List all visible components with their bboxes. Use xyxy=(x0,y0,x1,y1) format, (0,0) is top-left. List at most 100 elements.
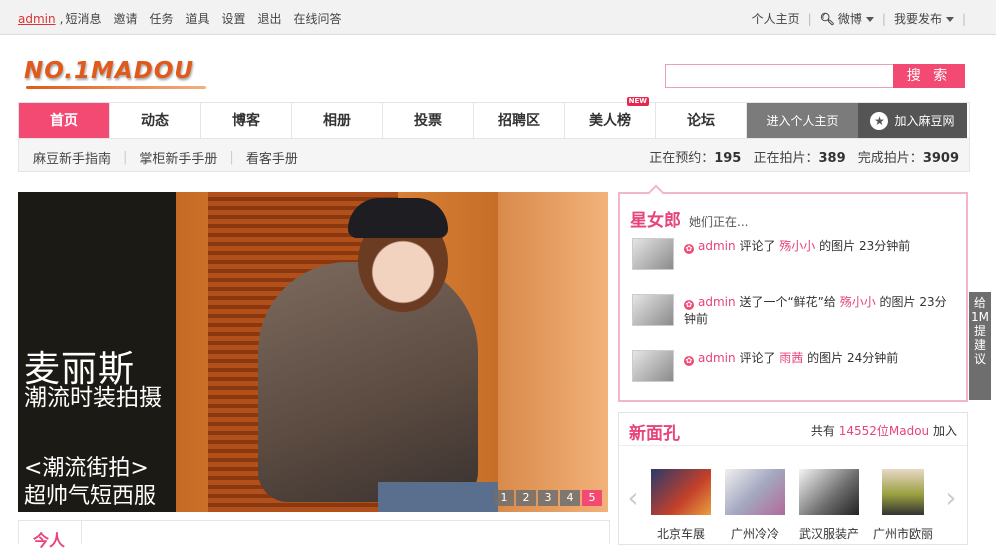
bottom-section: 今人 xyxy=(18,520,610,550)
feed-user-link[interactable]: admin xyxy=(698,239,736,253)
tab-blog[interactable]: 博客 xyxy=(201,103,292,139)
join-button[interactable]: ★ 加入麻豆网 xyxy=(858,103,967,139)
banner-subtitle: 潮流时装拍摄 xyxy=(24,385,162,411)
tab-album[interactable]: 相册 xyxy=(292,103,383,139)
guide-link-viewer[interactable]: 看客手册 xyxy=(246,148,298,167)
face-thumbnail xyxy=(725,469,785,515)
face-label: 广州市欧丽 xyxy=(872,527,933,541)
divider: | xyxy=(807,11,812,26)
search-button[interactable]: 搜 索 xyxy=(893,64,965,88)
chevron-left-icon[interactable]: ‹ xyxy=(625,483,641,513)
tab-vote[interactable]: 投票 xyxy=(383,103,474,139)
logo-swoosh xyxy=(26,86,206,89)
face-label: 武汉服装产 xyxy=(798,527,859,541)
face-thumbnail xyxy=(882,469,924,515)
pager-item-active[interactable]: 5 xyxy=(582,490,602,506)
face-thumbnail xyxy=(799,469,859,515)
flower-icon: ✿ xyxy=(684,300,694,310)
new-faces-panel: 新面孔 共有 14552位Madou 加入 ‹ 北京车展 广州冷冷 武汉服装产 … xyxy=(618,412,968,545)
count-suffix: 加入 xyxy=(932,424,957,438)
banner-pillar xyxy=(498,192,608,512)
feed-user-link[interactable]: admin xyxy=(698,295,736,309)
top-bar-left: admin , 短消息 邀请 任务 道具 设置 退出 在线问答 xyxy=(18,10,354,27)
divider: | xyxy=(881,11,886,26)
tab-feed[interactable]: 动态 xyxy=(110,103,201,139)
tasks-link[interactable]: 任务 xyxy=(149,10,173,27)
shoot-stats: 正在预约：195 正在拍片：389 完成拍片：3909 xyxy=(649,147,959,166)
banner-pager: 1 2 3 4 5 xyxy=(494,490,602,506)
invite-link[interactable]: 邀请 xyxy=(113,10,137,27)
online-qa-link[interactable]: 在线问答 xyxy=(294,10,342,27)
face-item[interactable]: 广州冷冷 xyxy=(723,469,787,542)
chevron-down-icon xyxy=(945,17,954,22)
feed-item: ✿ admin 评论了 雨茜 的图片 24分钟前 xyxy=(632,350,958,390)
model-hat xyxy=(348,198,448,238)
messages-link[interactable]: 短消息 xyxy=(65,10,101,27)
divider: | xyxy=(229,150,234,165)
hero-banner[interactable]: 麦丽斯 潮流时装拍摄 <潮流街拍> 超帅气短西服 1 2 3 4 5 xyxy=(18,192,608,512)
join-label: 加入麻豆网 xyxy=(894,114,955,128)
enter-personal-home-button[interactable]: 进入个人主页 xyxy=(747,103,858,139)
main-nav: 首页 动态 博客 相册 投票 招聘区 美人榜 NEW 论坛 进入个人主页 ★ 加… xyxy=(18,97,970,139)
username-link[interactable]: admin xyxy=(18,12,56,26)
feed-rest: 的图片 24分钟前 xyxy=(807,351,899,365)
booking-value: 195 xyxy=(714,151,742,166)
pager-item[interactable]: 2 xyxy=(516,490,536,506)
flower-icon: ✿ xyxy=(684,244,694,254)
logout-link[interactable]: 退出 xyxy=(258,10,282,27)
tab-ranking[interactable]: 美人榜 NEW xyxy=(565,97,656,139)
tab-forum[interactable]: 论坛 xyxy=(656,103,747,139)
tab-ranking-label: 美人榜 xyxy=(589,113,631,129)
star-activity-panel: 星女郎 她们正在... ✿ admin 评论了 殇小小 的图片 23分钟前 ✿ ad… xyxy=(618,184,968,402)
face-item[interactable]: 武汉服装产 xyxy=(797,469,861,542)
pager-item[interactable]: 4 xyxy=(560,490,580,506)
chevron-right-icon[interactable]: › xyxy=(943,483,959,513)
avatar[interactable] xyxy=(632,350,674,382)
model-jeans xyxy=(378,482,498,512)
divider: | xyxy=(961,11,966,26)
publish-menu[interactable]: 我要发布 xyxy=(894,10,954,27)
feed-object-link[interactable]: 殇小小 xyxy=(840,295,876,309)
publish-label: 我要发布 xyxy=(893,12,942,26)
avatar[interactable] xyxy=(632,294,674,326)
face-item[interactable]: 广州市欧丽 xyxy=(871,469,935,542)
props-link[interactable]: 道具 xyxy=(185,10,209,27)
tab-jobs[interactable]: 招聘区 xyxy=(474,103,565,139)
new-badge: NEW xyxy=(626,97,649,106)
panel-title: 新面孔 xyxy=(629,424,680,444)
pager-item[interactable]: 3 xyxy=(538,490,558,506)
feed-object-link[interactable]: 殇小小 xyxy=(779,239,815,253)
search-box: 搜 索 xyxy=(665,64,965,88)
avatar[interactable] xyxy=(632,238,674,270)
weibo-menu[interactable]: 🔍︎ 微博 xyxy=(820,10,874,27)
face-label: 广州冷冷 xyxy=(730,527,779,541)
panel-pointer xyxy=(647,184,665,202)
site-logo[interactable]: NO.1MADOU xyxy=(24,58,209,92)
booking-label: 正在预约： xyxy=(649,151,715,166)
banner-tag-line2: 超帅气短西服 xyxy=(24,484,157,509)
feed-object-link[interactable]: 雨茜 xyxy=(779,351,803,365)
count-prefix: 共有 xyxy=(810,424,835,438)
search-input[interactable] xyxy=(665,64,897,88)
panel-title: 星女郎 xyxy=(630,211,681,231)
feed-user-link[interactable]: admin xyxy=(698,351,736,365)
face-item[interactable]: 北京车展 xyxy=(649,469,713,542)
tab-home[interactable]: 首页 xyxy=(19,103,110,139)
guide-link-newbie[interactable]: 麻豆新手指南 xyxy=(33,148,111,167)
feed-action: 送了一个“鲜花”给 xyxy=(739,295,836,309)
chevron-down-icon xyxy=(865,17,874,22)
panel-header: 新面孔 共有 14552位Madou 加入 xyxy=(619,413,967,446)
feedback-side-tab[interactable]: 给1M提建议 xyxy=(969,292,991,400)
divider: | xyxy=(123,150,128,165)
search-icon: 🔍︎ xyxy=(819,11,835,26)
personal-home-link[interactable]: 个人主页 xyxy=(752,10,800,27)
feed-item: ✿ admin 评论了 殇小小 的图片 23分钟前 xyxy=(632,238,958,278)
pager-item[interactable]: 1 xyxy=(494,490,514,506)
feed-rest: 的图片 23分钟前 xyxy=(819,239,911,253)
settings-link[interactable]: 设置 xyxy=(222,10,246,27)
count-value: 14552位Madou xyxy=(838,424,930,438)
member-count: 共有 14552位Madou 加入 xyxy=(811,422,957,439)
face-thumbnail xyxy=(651,469,711,515)
comma-separator: , xyxy=(59,11,64,26)
guide-link-shopkeeper[interactable]: 掌柜新手手册 xyxy=(139,148,217,167)
